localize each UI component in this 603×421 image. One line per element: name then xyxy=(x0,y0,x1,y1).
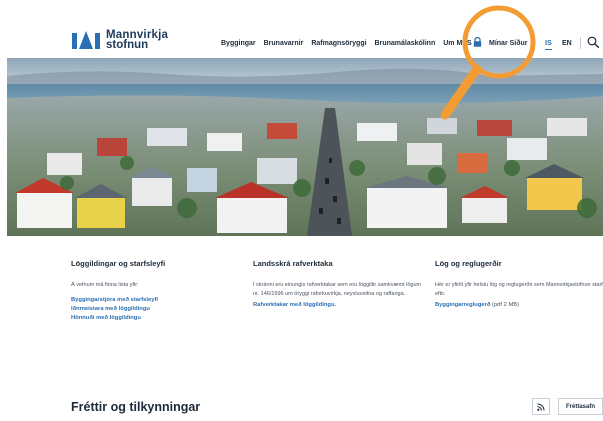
hero-image xyxy=(7,58,603,236)
section-title: Löggildingar og starfsleyfi xyxy=(71,259,166,268)
link-building-regulation[interactable]: Byggingarreglugerð xyxy=(435,302,490,308)
section-laws: Lög og reglugerðir Hér er yfirlit yfir h… xyxy=(435,259,603,310)
section-text: Í skránni eru einungis rafverktakar sem … xyxy=(253,282,422,297)
my-pages-link[interactable]: Mínar Síður xyxy=(489,40,528,47)
info-section: Löggildingar og starfsleyfi Á vefnum má … xyxy=(0,236,603,421)
nav-item-byggingar[interactable]: Byggingar xyxy=(221,40,256,47)
section-licences: Löggildingar og starfsleyfi Á vefnum má … xyxy=(71,259,246,323)
section-title: Lög og reglugerðir xyxy=(435,259,502,268)
section-intro: Á vefnum má finna lista yfir: xyxy=(71,282,139,288)
nav-item-um-mvs[interactable]: Um MVS xyxy=(443,40,471,47)
site-logo[interactable]: Mannvirkja stofnun xyxy=(72,29,168,51)
lang-en-link[interactable]: EN xyxy=(562,40,572,47)
main-nav: Byggingar Brunavarnir Rafmagnsöryggi Bru… xyxy=(221,40,480,47)
lock-icon[interactable] xyxy=(473,37,482,47)
nav-item-brunavarnir[interactable]: Brunavarnir xyxy=(264,40,304,47)
lang-is-link[interactable]: IS xyxy=(545,40,552,50)
site-header: Mannvirkja stofnun Byggingar Brunavarnir… xyxy=(0,0,603,58)
news-archive-button[interactable]: Fréttasafn xyxy=(558,398,603,415)
rss-icon xyxy=(537,403,545,411)
link-master-craftsmen[interactable]: Iðnmeistara með löggildingu xyxy=(71,305,246,314)
section-electrical-register: Landsskrá rafverktaka Í skránni eru einu… xyxy=(253,259,428,310)
file-size-note: (pdf 2 MB) xyxy=(490,302,520,308)
logo-mark-icon xyxy=(72,31,100,49)
nav-item-rafmagnsoryggi[interactable]: Rafmagnsöryggi xyxy=(311,40,366,47)
building-regulation-line: Byggingarreglugerð (pdf 2 MB) xyxy=(435,301,603,310)
section-text: Hér er yfirlit yfir helstu lög og reglug… xyxy=(435,282,603,297)
nav-item-brunamalaskolinn[interactable]: Brunamálaskólinn xyxy=(375,40,436,47)
nav-divider xyxy=(580,37,581,49)
section-title: Landsskrá rafverktaka xyxy=(253,259,333,268)
link-designers[interactable]: Hönnuði með löggildingu xyxy=(71,314,246,323)
rss-button[interactable] xyxy=(532,398,550,415)
search-icon[interactable] xyxy=(587,36,599,48)
logo-line2: stofnun xyxy=(106,39,149,51)
news-heading: Fréttir og tilkynningar xyxy=(71,400,201,414)
link-construction-managers[interactable]: Byggingarstjóra með starfsleyfi xyxy=(71,296,246,305)
link-licensed-electricians[interactable]: Rafverktakar með löggildingu. xyxy=(253,301,428,310)
